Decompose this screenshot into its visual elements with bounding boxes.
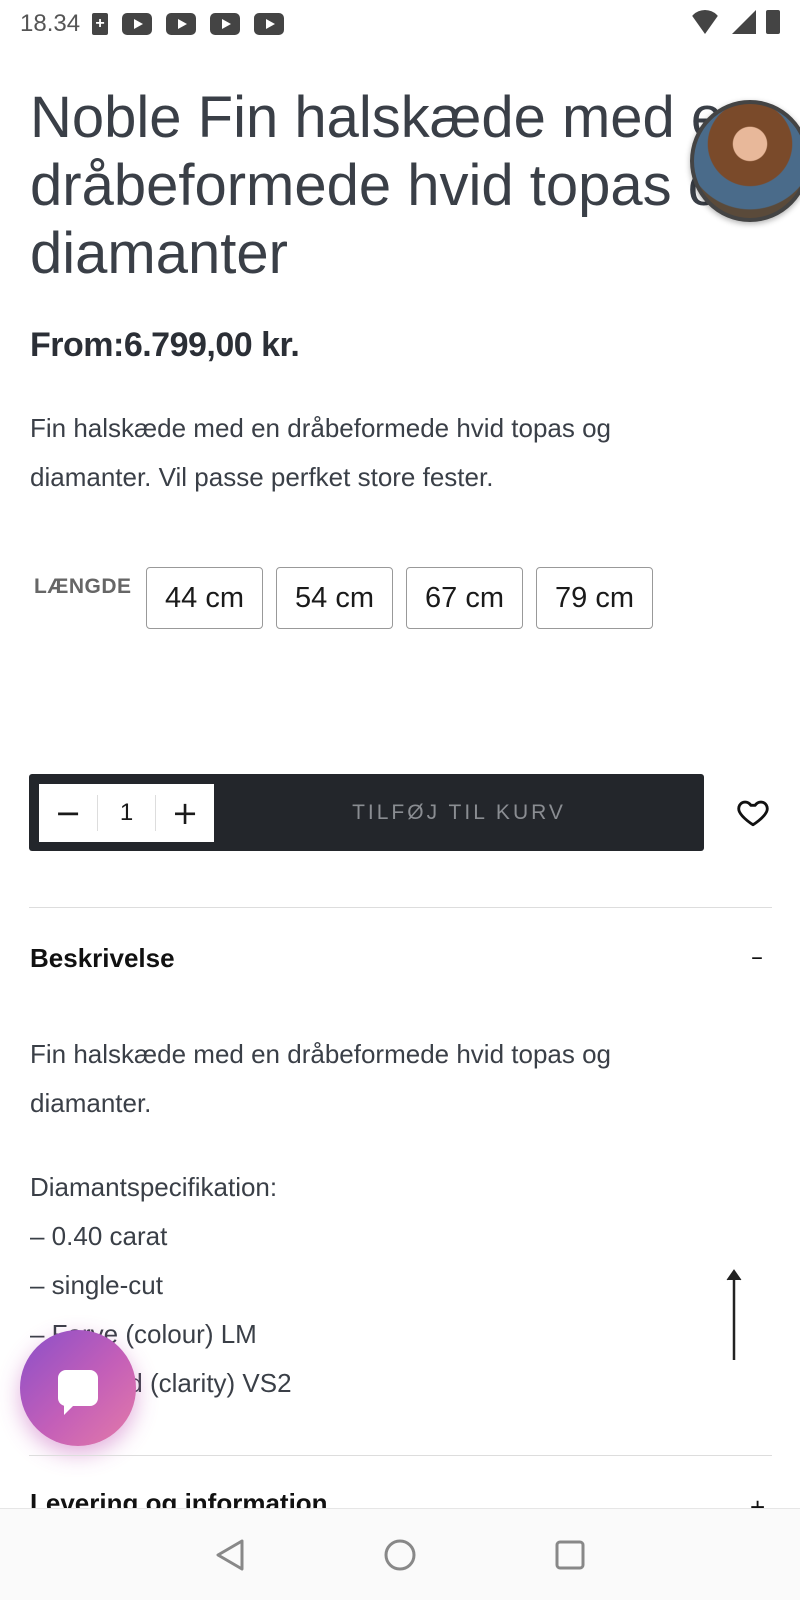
chat-bubble-icon <box>58 1370 98 1415</box>
section-divider <box>29 1455 772 1456</box>
add-to-cart-button[interactable]: TILFØJ TIL KURV <box>214 774 704 851</box>
product-title: Noble Fin halskæde med en dråbeformede h… <box>30 85 755 286</box>
battery-saver-icon <box>92 13 109 35</box>
chat-button[interactable] <box>20 1330 136 1446</box>
status-time: 18.34 <box>20 10 81 37</box>
product-short-description: Fin halskæde med en dråbeformede hvid to… <box>30 413 612 492</box>
home-circle-icon <box>384 1539 416 1570</box>
length-option-67[interactable]: 67 cm <box>406 567 523 629</box>
recents-square-icon <box>555 1540 585 1569</box>
length-option-44[interactable]: 44 cm <box>146 567 263 629</box>
length-option-54[interactable]: 54 cm <box>276 567 393 629</box>
product-price: From:6.799,00 kr. <box>30 326 300 364</box>
description-section-title[interactable]: Beskrivelse <box>30 943 175 974</box>
add-to-cart-bar: − 1 + TILFØJ TIL KURV <box>29 774 704 851</box>
recents-button[interactable] <box>550 1535 590 1575</box>
quantity-stepper: − 1 + <box>39 784 214 842</box>
youtube-icon <box>254 13 285 35</box>
youtube-icon <box>166 13 197 35</box>
description-collapse-toggle[interactable]: – <box>751 943 763 971</box>
length-option-79[interactable]: 79 cm <box>536 567 653 629</box>
quantity-decrease-button[interactable]: − <box>39 784 97 842</box>
wifi-icon <box>688 10 722 34</box>
home-button[interactable] <box>380 1535 420 1575</box>
quantity-increase-button[interactable]: + <box>156 784 214 842</box>
system-navigation-bar <box>0 1508 800 1600</box>
battery-icon <box>766 10 780 34</box>
quantity-input[interactable]: 1 <box>97 795 156 831</box>
status-right-icons <box>688 10 780 34</box>
back-button[interactable] <box>210 1535 250 1575</box>
youtube-icon <box>210 13 241 35</box>
youtube-icon <box>122 13 153 35</box>
length-label: LÆNGDE <box>34 575 132 598</box>
back-triangle-icon <box>216 1539 244 1570</box>
section-divider <box>29 907 772 908</box>
diamond-specifications: Diamantspecifikation: – 0.40 carat – sin… <box>30 1172 292 1398</box>
floating-video-avatar[interactable] <box>690 100 800 222</box>
cell-signal-icon <box>732 10 756 34</box>
scroll-to-top-arrow-icon[interactable] <box>722 1268 746 1362</box>
description-intro: Fin halskæde med en dråbeformede hvid to… <box>30 1039 612 1118</box>
status-bar: 18.34 <box>0 0 800 48</box>
length-options: 44 cm 54 cm 67 cm 79 cm <box>146 567 653 629</box>
wishlist-heart-icon[interactable] <box>736 795 770 829</box>
